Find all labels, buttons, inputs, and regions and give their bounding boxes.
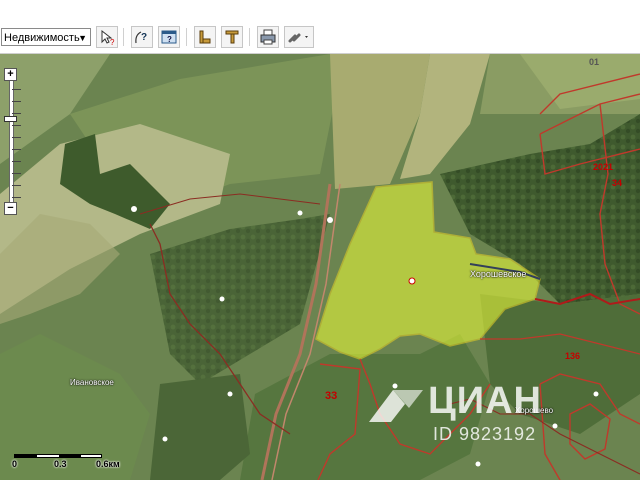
scale-segment	[59, 455, 81, 457]
zoom-tick	[12, 125, 21, 126]
cursor-question-icon: ?	[101, 29, 115, 47]
printer-icon	[260, 29, 276, 45]
scale-label: 0.3	[54, 459, 67, 469]
cadastral-number-label: 34	[612, 178, 623, 188]
scale-bar-line	[14, 454, 102, 458]
cadastral-number-label: 33	[325, 390, 338, 402]
scale-label: 0	[12, 459, 18, 469]
toolbar-separator	[186, 28, 187, 46]
zoom-tick	[12, 149, 21, 150]
map-toolbar: Недвижимость ▼ ? ? ?	[0, 22, 640, 54]
zoom-in-button[interactable]: +	[4, 68, 17, 81]
measure-area-button[interactable]	[221, 26, 243, 48]
zoom-tick	[12, 185, 21, 186]
cian-watermark: ЦИАН ID 9823192	[365, 378, 575, 448]
identify-tool-button[interactable]: ?	[96, 26, 118, 48]
zoom-tick	[12, 197, 21, 198]
ruler-icon	[199, 30, 211, 44]
layer-select[interactable]: Недвижимость ▼	[1, 28, 91, 46]
zoom-tick	[12, 137, 21, 138]
zoom-out-button[interactable]: −	[4, 202, 17, 215]
scale-segment	[15, 455, 37, 457]
svg-text:?: ?	[110, 38, 115, 47]
watermark-brand: ЦИАН	[428, 380, 542, 422]
info-window-icon: ?	[161, 30, 177, 44]
svg-text:?: ?	[141, 32, 147, 43]
watermark-id: ID 9823192	[433, 424, 537, 444]
cian-logo-icon	[369, 390, 423, 422]
zoom-tick	[12, 101, 21, 102]
zoom-tick	[12, 173, 21, 174]
zoom-tick	[12, 89, 21, 90]
zoom-slider-handle[interactable]	[4, 116, 17, 122]
dropdown-arrow-icon: ▼	[78, 33, 87, 43]
chain-link-icon	[288, 33, 308, 43]
cadastral-number-label: 01	[589, 57, 600, 67]
help-query-button[interactable]: ?	[131, 26, 153, 48]
browser-top-strip	[0, 0, 640, 22]
layer-select-value: Недвижимость	[4, 32, 80, 44]
place-label: Ивановское	[70, 378, 114, 387]
scale-label: 0.6км	[96, 459, 120, 469]
zoom-tick	[12, 113, 21, 114]
question-cursor-icon: ?	[135, 31, 147, 44]
zoom-tick	[12, 161, 21, 162]
cadastral-number-label: 136	[565, 351, 581, 361]
link-button[interactable]	[284, 26, 314, 48]
info-button[interactable]: ?	[158, 26, 180, 48]
area-ruler-icon	[225, 30, 239, 44]
scale-bar: 0 0.3 0.6км	[12, 451, 122, 471]
measure-distance-button[interactable]	[194, 26, 216, 48]
toolbar-separator	[249, 28, 250, 46]
svg-text:?: ?	[167, 35, 172, 44]
cadastral-number-label: 2021	[593, 162, 614, 172]
parcel-label: Хорошевское	[470, 269, 527, 279]
toolbar-separator	[123, 28, 124, 46]
zoom-slider-track[interactable]	[9, 81, 21, 207]
print-button[interactable]	[257, 26, 279, 48]
